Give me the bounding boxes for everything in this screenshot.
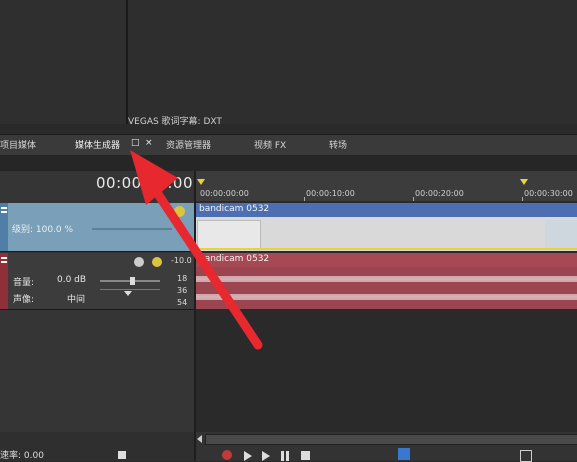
track-menu-icon[interactable] [1, 207, 7, 209]
ruler-mark: 00:00:10:00 [306, 189, 355, 198]
docking-tab-bar: 项目媒体 媒体生成器 □ × 资源管理器 视频 FX 转场 [0, 134, 577, 156]
stop-icon[interactable] [301, 451, 310, 460]
video-thumbnail [197, 220, 261, 250]
video-clip-title: bandicam 0532 [199, 204, 270, 214]
audio-clip-title: bandicam 0532 [199, 254, 270, 264]
tab-project-media[interactable]: 项目媒体 [0, 138, 36, 151]
tab-transitions[interactable]: 转场 [329, 138, 347, 151]
time-display: 00:00:00:00 [96, 174, 194, 192]
rate-label: 速率: 0.00 [0, 451, 44, 461]
video-clip-header[interactable]: bandicam 0532 [196, 203, 577, 217]
ruler-mark: 00:00:30:00 [524, 189, 573, 198]
separator-band [0, 155, 577, 171]
pause-icon[interactable] [281, 451, 284, 461]
ruler-tick [522, 197, 523, 201]
volume-value: 0.0 dB [57, 275, 87, 285]
solo-icon[interactable] [152, 257, 162, 267]
vegas-subtitle-label: VEGAS 歌词字幕: DXT [128, 117, 222, 127]
video-level-label: 级别: 100.0 % [12, 225, 74, 235]
audio-clip-header[interactable]: bandicam 0532 [196, 253, 577, 267]
top-left-panel [0, 0, 128, 124]
tab-video-fx[interactable]: 视频 FX [254, 138, 286, 151]
ruler-mark: 00:00:00:00 [200, 189, 249, 198]
pause-icon [286, 451, 289, 461]
preview-panel [128, 0, 577, 124]
ruler-tick [304, 197, 305, 201]
audio-track-header[interactable]: 音量: 0.0 dB 声像: 中间 -10.0 18 36 54 [0, 253, 194, 310]
ruler-tick [413, 197, 414, 201]
solo-icon[interactable] [174, 206, 185, 217]
tab-explorer[interactable]: 资源管理器 [166, 138, 211, 151]
restore-icon[interactable]: □ [131, 138, 140, 148]
record-icon[interactable] [222, 450, 232, 460]
meter-label: 54 [177, 298, 188, 307]
ruler-mark: 00:00:20:00 [415, 189, 464, 198]
close-icon[interactable]: × [145, 138, 153, 148]
timeline-scrollbar[interactable] [205, 434, 577, 445]
meter-label: -10.0 [171, 256, 192, 265]
track-menu-icon [1, 261, 7, 263]
pan-label: 声像: [13, 295, 35, 305]
timeline-ruler[interactable]: 00:00:00:00 00:00:10:00 00:00:20:00 00:0… [196, 171, 577, 201]
volume-slider-handle[interactable] [130, 277, 135, 285]
mute-icon[interactable] [134, 257, 144, 267]
delete-icon[interactable] [520, 450, 532, 462]
play-icon[interactable] [244, 451, 252, 461]
pan-slider[interactable] [100, 289, 160, 290]
volume-label: 音量: [13, 278, 35, 288]
video-level-slider[interactable] [92, 228, 172, 230]
scroll-left-icon[interactable] [197, 435, 202, 443]
pan-slider-handle[interactable] [124, 291, 132, 296]
meter-label: 36 [177, 286, 188, 295]
play-from-start-icon[interactable] [262, 451, 270, 461]
tab-media-generator[interactable]: 媒体生成器 [75, 138, 120, 151]
normal-edit-tool-icon[interactable] [398, 448, 410, 460]
pan-value: 中间 [67, 295, 86, 305]
video-thumbnail [545, 220, 577, 248]
audio-waveform [196, 276, 577, 300]
track-menu-icon[interactable] [1, 257, 7, 259]
bottom-left-status: 速率: 0.00 [0, 432, 194, 461]
rate-slider-handle[interactable] [118, 451, 126, 459]
loop-start-marker-icon[interactable] [197, 179, 205, 185]
track-menu-icon [1, 211, 7, 213]
loop-end-marker-icon[interactable] [520, 179, 528, 185]
video-clip-envelope [196, 248, 577, 250]
meter-label: 18 [177, 274, 188, 283]
